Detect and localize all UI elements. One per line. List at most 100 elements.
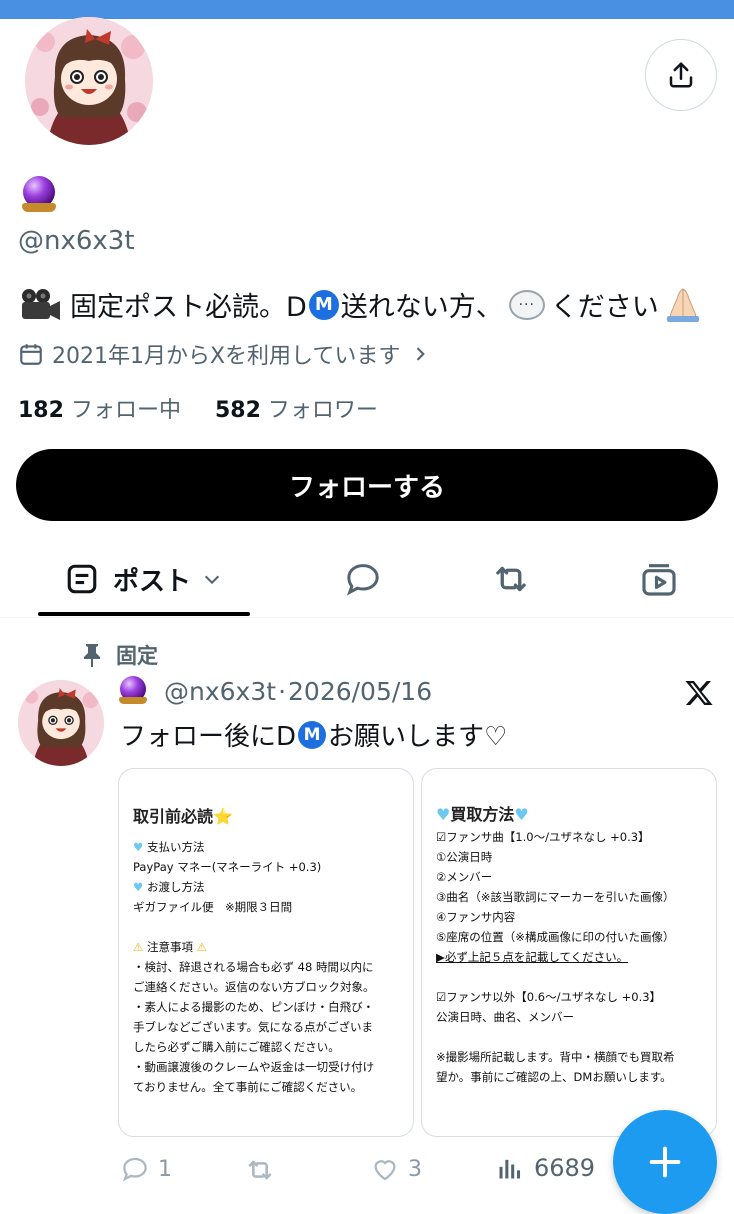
- joined-date: 2021年1月からXを利用しています: [18, 338, 430, 370]
- post-text: フォロー後にD M お願いします♡: [120, 716, 507, 753]
- blue-heart-icon: ♥: [514, 805, 529, 824]
- card1-title: 取引前必読⭐: [133, 807, 233, 826]
- warning-icon: ⚠: [133, 940, 144, 954]
- pin-icon: [84, 644, 100, 667]
- card2-line: ③曲名（※該当歌詞にマーカーを引いた画像）: [436, 890, 675, 904]
- x-logo-icon: [685, 681, 713, 705]
- like-action[interactable]: 3: [370, 1154, 422, 1184]
- post-handle[interactable]: @nx6x3t: [164, 677, 276, 706]
- display-name-crystal-ball-icon: [22, 176, 56, 212]
- post-header: @nx6x3t · 2026/05/16: [119, 676, 432, 706]
- repost-icon: [496, 566, 526, 592]
- post-date[interactable]: 2026/05/16: [288, 677, 432, 706]
- repost-action[interactable]: [244, 1154, 284, 1186]
- card1-line: ておりません。全て事前にご確認ください。: [133, 1080, 363, 1094]
- card2-line: ⑤座席の位置（※構成画像に印の付いた画像）: [436, 930, 675, 944]
- card1-line: [133, 917, 399, 937]
- views-count: 6689: [534, 1154, 596, 1182]
- views-icon: [499, 1159, 521, 1179]
- card1-line: ・素人による撮影のため、ピンぼけ・白飛び・: [133, 1000, 375, 1014]
- blue-heart-icon: ♥: [133, 840, 144, 854]
- views-action[interactable]: 6689: [496, 1154, 595, 1182]
- follow-button[interactable]: フォローする: [16, 449, 718, 521]
- blue-heart-icon: ♥: [436, 805, 451, 824]
- card1-line: ⚠ 注意事項 ⚠: [133, 940, 207, 954]
- movie-camera-icon: [22, 288, 60, 320]
- profile-handle: @nx6x3t: [18, 226, 135, 256]
- followers-label: フォロワー: [267, 398, 378, 423]
- share-button[interactable]: [645, 39, 717, 111]
- media-icon: [642, 564, 676, 596]
- heart-icon: [374, 1160, 396, 1181]
- profile-bio: 固定ポスト必読。D M 送れない方、 ··· ください: [18, 285, 703, 324]
- chevron-down-icon[interactable]: [201, 568, 223, 590]
- active-tab-indicator: [38, 612, 250, 616]
- bio-text-suffix: ください: [550, 292, 659, 323]
- post-text-prefix: フォロー後にD: [120, 722, 297, 752]
- card2-line: ※撮影場所記載します。背中・横顔でも買取希: [436, 1050, 675, 1064]
- card2-line: 望か。事前にご確認の上、DMお願いします。: [436, 1070, 672, 1084]
- profile-avatar[interactable]: [25, 17, 153, 145]
- tab-media[interactable]: [626, 548, 692, 610]
- m-badge-icon: M: [298, 720, 327, 749]
- card2-line: ▶必ず上記５点を記載してください。: [436, 950, 629, 964]
- m-badge-icon: M: [308, 289, 339, 320]
- card2-line: ☑ファンサ以外【0.6〜/ユザネなし +0.3】: [436, 990, 662, 1004]
- calendar-icon: [20, 344, 42, 365]
- tab-reposts[interactable]: [478, 548, 544, 610]
- followers-link[interactable]: 582 フォロワー: [215, 398, 378, 423]
- tab-replies[interactable]: [330, 548, 396, 610]
- post-image-2[interactable]: ♥買取方法♥ ☑ファンサ曲【1.0〜/ユザネなし +0.3】 ①公演日時 ②メン…: [421, 768, 717, 1137]
- post-separator: ·: [278, 676, 287, 706]
- posts-icon: [67, 564, 97, 594]
- card1-line: 手ブレなどございます。気になる点がございま: [133, 1020, 374, 1034]
- card1-line: したら必ずご購入前にご確認ください。: [133, 1040, 340, 1054]
- card2-line: ☑ファンサ曲【1.0〜/ユザネなし +0.3】: [436, 830, 650, 844]
- tab-posts[interactable]: ポスト: [38, 548, 250, 610]
- card2-line: ②メンバー: [436, 870, 493, 884]
- card2-line: [436, 967, 702, 987]
- pinned-label: 固定: [116, 644, 158, 668]
- plus-icon: [649, 1146, 681, 1178]
- chevron-right-icon[interactable]: [410, 344, 430, 364]
- card2-line: [436, 1027, 702, 1047]
- speech-bubble-icon: ···: [508, 289, 545, 320]
- joined-text: 2021年1月からXを利用しています: [52, 344, 401, 369]
- reply-action[interactable]: 1: [120, 1154, 172, 1184]
- folded-hands-icon: [666, 287, 699, 322]
- compose-button[interactable]: [613, 1110, 717, 1214]
- follow-stats: 182 フォロー中 582 フォロワー: [18, 392, 378, 424]
- post-image-1[interactable]: 取引前必読⭐ ♥ 支払い方法 PayPay マネー(マネーライト +0.3) ♥…: [118, 768, 414, 1137]
- blue-heart-icon: ♥: [133, 880, 144, 894]
- bio-text-prefix: 固定ポスト必読。D: [70, 292, 307, 323]
- card2-line: ①公演日時: [436, 850, 493, 864]
- repost-icon: [248, 1160, 272, 1180]
- bio-text-middle: 送れない方、: [340, 292, 503, 323]
- card1-line: ご連絡ください。返信のない方ブロック対象。: [133, 980, 375, 994]
- status-bar-strip: [0, 0, 734, 19]
- tab-posts-label: ポスト: [112, 566, 191, 597]
- following-count: 182: [18, 398, 64, 423]
- reply-icon: [122, 1157, 147, 1182]
- post-author-avatar[interactable]: [18, 680, 104, 766]
- card1-line: ♥ お渡し方法: [133, 880, 205, 894]
- post-text-suffix: お願いします♡: [328, 722, 508, 752]
- card1-line: ♥ 支払い方法: [133, 840, 205, 854]
- share-icon: [669, 62, 693, 88]
- post-crystal-ball-icon: [119, 676, 150, 706]
- card2-title: 買取方法: [450, 805, 515, 824]
- card2-line: ④ファンサ内容: [436, 910, 516, 924]
- like-count: 3: [408, 1156, 422, 1182]
- reply-count: 1: [158, 1156, 172, 1182]
- tabs-divider: [0, 617, 734, 618]
- reply-bubble-icon: [346, 564, 379, 596]
- followers-count: 582: [214, 398, 261, 423]
- following-label: フォロー中: [70, 398, 181, 423]
- warning-icon: ⚠: [196, 940, 207, 954]
- card1-line: ・検討、辞退される場合も必ず 48 時間以内に: [133, 960, 374, 974]
- card1-line: ・動画譲渡後のクレームや返金は一切受け付け: [133, 1060, 375, 1074]
- card1-line: ギガファイル便 ※期限３日間: [133, 900, 293, 914]
- pinned-indicator: 固定: [80, 640, 158, 670]
- card1-line: PayPay マネー(マネーライト +0.3): [133, 860, 322, 874]
- following-link[interactable]: 182 フォロー中: [18, 398, 181, 423]
